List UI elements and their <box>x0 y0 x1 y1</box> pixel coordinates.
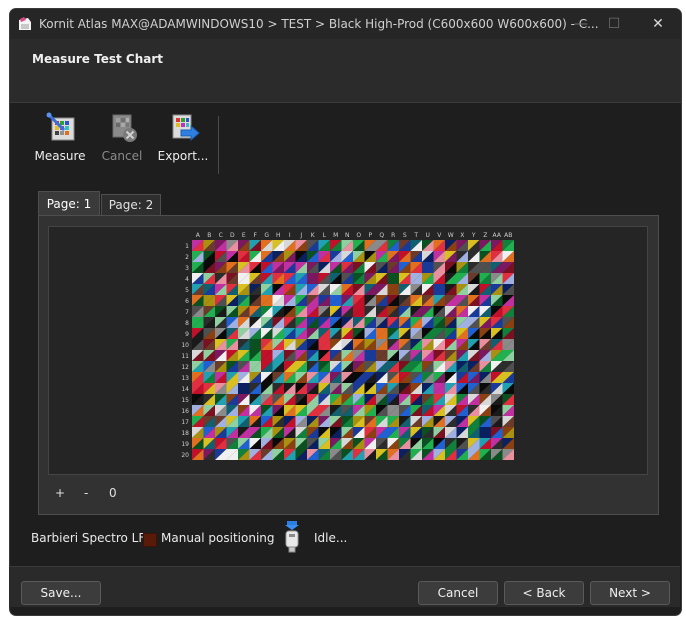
column-label: N <box>345 232 350 239</box>
column-label: T <box>413 232 418 239</box>
export-icon <box>172 114 200 142</box>
device-state: Idle... <box>314 531 348 545</box>
column-label: J <box>299 232 302 239</box>
column-label: Z <box>483 232 487 239</box>
zoom-value: 0 <box>109 486 117 500</box>
row-label: 1 <box>185 243 189 250</box>
column-label: O <box>356 232 361 239</box>
row-label: 17 <box>181 419 189 426</box>
tab-page-2[interactable]: Page: 2 <box>101 194 161 216</box>
column-label: X <box>460 232 464 239</box>
column-label: Q <box>379 232 384 239</box>
save-button[interactable]: Save... <box>21 581 101 605</box>
toolbar-separator <box>218 116 219 174</box>
column-label: Y <box>471 232 476 239</box>
row-label: 10 <box>181 342 189 349</box>
wizard-header: Measure Test Chart <box>10 39 681 103</box>
cancel-label: Cancel <box>101 149 143 163</box>
column-label: G <box>264 232 269 239</box>
column-label: V <box>437 232 442 239</box>
zoom-out-button[interactable]: - <box>84 486 88 500</box>
device-name: Barbieri Spectro LFP <box>31 531 153 545</box>
close-button[interactable]: ✕ <box>638 9 678 39</box>
column-label: A <box>196 232 201 239</box>
row-label: 12 <box>181 364 189 371</box>
column-label: B <box>207 232 211 239</box>
column-label: H <box>276 232 281 239</box>
maximize-button[interactable]: ☐ <box>594 9 634 39</box>
tab-page-1[interactable]: Page: 1 <box>38 191 100 216</box>
column-label: AA <box>493 232 502 239</box>
column-label: AB <box>504 232 512 239</box>
column-label: S <box>403 232 407 239</box>
column-label: K <box>311 232 316 239</box>
positioning-mode: Manual positioning <box>161 531 275 545</box>
column-label: C <box>219 232 223 239</box>
kornit-app-icon <box>19 17 31 30</box>
row-label: 2 <box>185 254 189 261</box>
row-label: 18 <box>181 430 189 437</box>
measure-label: Measure <box>34 149 86 163</box>
column-label: W <box>448 232 454 239</box>
row-label: 9 <box>185 331 189 338</box>
cancel-button[interactable]: Cancel <box>418 581 498 605</box>
column-label: E <box>242 232 246 239</box>
column-label: F <box>254 232 258 239</box>
export-label: Export... <box>157 149 209 163</box>
row-label: 7 <box>185 309 189 316</box>
row-label: 8 <box>185 320 189 327</box>
row-label: 15 <box>181 397 189 404</box>
usb-device-icon <box>285 521 299 553</box>
column-label: R <box>391 232 395 239</box>
row-label: 3 <box>185 265 189 272</box>
column-label: P <box>368 232 372 239</box>
window-title: Kornit Atlas MAX@ADAMWINDOWS10 > TEST > … <box>39 17 599 31</box>
next-button[interactable]: Next > <box>590 581 670 605</box>
row-label: 16 <box>181 408 189 415</box>
column-label: I <box>289 232 291 239</box>
row-label: 14 <box>181 386 189 393</box>
title-bar: Kornit Atlas MAX@ADAMWINDOWS10 > TEST > … <box>10 9 681 39</box>
row-label: 19 <box>181 441 189 448</box>
chart-viewport[interactable]: A B C D E F G H I J K L M N O P Q R S T U V W X Y Z AA AB 1 2 3 4 5 6 7 8 9 1… <box>48 226 648 475</box>
row-label: 11 <box>181 353 189 360</box>
column-label: L <box>323 232 327 239</box>
row-label: 13 <box>181 375 189 382</box>
back-button[interactable]: < Back <box>504 581 584 605</box>
test-chart: A B C D E F G H I J K L M N O P Q R S T U V W X Y Z AA AB1234567891… <box>181 232 514 460</box>
column-label: U <box>426 232 430 239</box>
page-title: Measure Test Chart <box>32 52 163 66</box>
column-label: D <box>230 232 235 239</box>
row-label: 5 <box>185 287 189 294</box>
column-label: M <box>333 232 338 239</box>
measure-icon <box>46 112 75 141</box>
row-label: 4 <box>185 276 189 283</box>
zoom-in-button[interactable]: + <box>55 486 65 500</box>
positioning-color-swatch <box>143 533 157 547</box>
row-label: 6 <box>185 298 189 305</box>
row-label: 20 <box>181 452 189 459</box>
cancel-icon <box>112 114 137 142</box>
